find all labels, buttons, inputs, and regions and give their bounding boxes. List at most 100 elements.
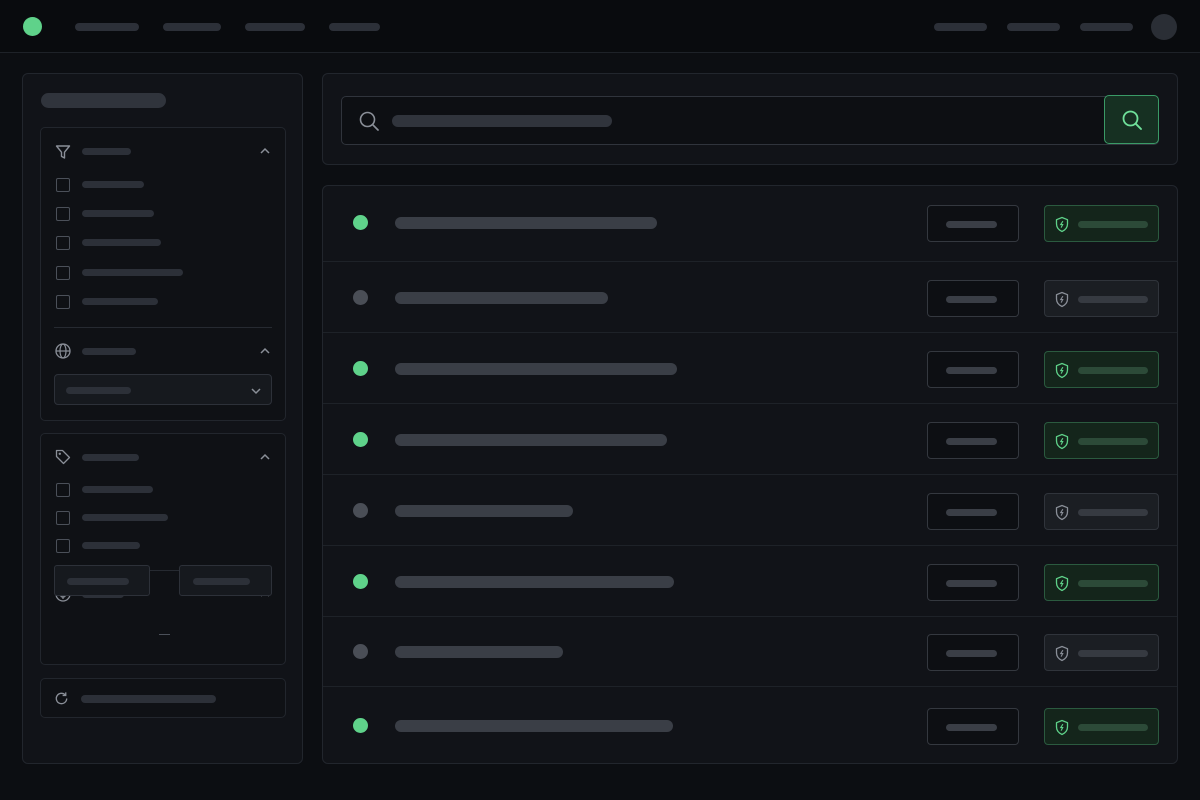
- filter-option-checkbox[interactable]: [56, 295, 70, 309]
- filter-option-checkbox[interactable]: [56, 178, 70, 192]
- nav-item-3[interactable]: [245, 23, 305, 31]
- header-action-2[interactable]: [1007, 23, 1060, 31]
- filter-option-checkbox[interactable]: [56, 207, 70, 221]
- row-action-button[interactable]: [927, 205, 1019, 242]
- status-dot-icon: [353, 361, 368, 376]
- shield-status-badge[interactable]: [1044, 634, 1159, 671]
- tag-option-checkbox[interactable]: [56, 483, 70, 497]
- region-select[interactable]: [54, 374, 272, 405]
- nav-item-2[interactable]: [163, 23, 221, 31]
- shield-status-badge[interactable]: [1044, 205, 1159, 242]
- filter-icon: [55, 145, 71, 159]
- row-action-button[interactable]: [927, 493, 1019, 530]
- chevron-up-icon[interactable]: [259, 345, 271, 357]
- filter-sidebar: [22, 73, 303, 764]
- refresh-icon: [55, 692, 68, 705]
- row-action-label: [946, 509, 997, 516]
- row-title[interactable]: [395, 434, 667, 446]
- table-row[interactable]: [323, 404, 1177, 475]
- table-row[interactable]: [323, 333, 1177, 404]
- table-row[interactable]: [323, 262, 1177, 333]
- reset-filters-button[interactable]: [40, 678, 286, 718]
- shield-status-badge[interactable]: [1044, 280, 1159, 317]
- tag-option-label: [82, 514, 168, 521]
- badge-label: [1078, 724, 1148, 731]
- shield-icon: [1055, 719, 1069, 736]
- shield-status-badge[interactable]: [1044, 422, 1159, 459]
- shield-icon: [1055, 362, 1069, 379]
- price-min-input[interactable]: [54, 565, 150, 596]
- chevron-down-icon: [251, 388, 261, 395]
- tag-option-checkbox[interactable]: [56, 539, 70, 553]
- row-action-button[interactable]: [927, 564, 1019, 601]
- nav-item-1[interactable]: [75, 23, 139, 31]
- row-action-label: [946, 367, 997, 374]
- badge-label: [1078, 367, 1148, 374]
- status-dot-icon: [353, 432, 368, 447]
- filter-option-label: [82, 210, 154, 217]
- region-group-label: [82, 348, 136, 355]
- search-panel: [322, 73, 1178, 165]
- top-bar: [0, 0, 1200, 53]
- search-button[interactable]: [1104, 95, 1159, 144]
- header-action-1[interactable]: [934, 23, 987, 31]
- chevron-up-icon[interactable]: [259, 451, 271, 463]
- badge-label: [1078, 509, 1148, 516]
- shield-status-badge[interactable]: [1044, 493, 1159, 530]
- header-action-3[interactable]: [1080, 23, 1133, 31]
- shield-icon: [1055, 504, 1069, 521]
- row-title[interactable]: [395, 646, 563, 658]
- row-action-button[interactable]: [927, 351, 1019, 388]
- avatar[interactable]: [1151, 14, 1177, 40]
- status-dot-icon: [353, 503, 368, 518]
- sidebar-title: [41, 93, 166, 108]
- tag-option-label: [82, 542, 140, 549]
- table-row[interactable]: [323, 687, 1177, 763]
- filter-option-checkbox[interactable]: [56, 236, 70, 250]
- range-separator: [159, 634, 170, 635]
- tag-icon: [55, 449, 71, 465]
- table-row[interactable]: [323, 617, 1177, 687]
- filter-option-checkbox[interactable]: [56, 266, 70, 280]
- price-max-input[interactable]: [179, 565, 272, 596]
- row-title[interactable]: [395, 576, 674, 588]
- chevron-up-icon[interactable]: [259, 145, 271, 157]
- row-action-button[interactable]: [927, 280, 1019, 317]
- status-dot-icon: [353, 574, 368, 589]
- filter-option-label: [82, 239, 161, 246]
- filter-option-label: [82, 269, 183, 276]
- table-row[interactable]: [323, 546, 1177, 617]
- row-title[interactable]: [395, 217, 657, 229]
- tag-option-checkbox[interactable]: [56, 511, 70, 525]
- badge-label: [1078, 438, 1148, 445]
- search-input[interactable]: [341, 96, 1159, 145]
- table-row[interactable]: [323, 475, 1177, 546]
- filter-group-label: [82, 148, 131, 155]
- row-title[interactable]: [395, 292, 608, 304]
- tag-group: [40, 433, 286, 665]
- globe-icon: [55, 343, 71, 359]
- row-action-button[interactable]: [927, 708, 1019, 745]
- filter-option-label: [82, 298, 158, 305]
- badge-label: [1078, 221, 1148, 228]
- row-title[interactable]: [395, 720, 673, 732]
- nav-item-4[interactable]: [329, 23, 380, 31]
- logo-dot-icon[interactable]: [23, 17, 42, 36]
- row-title[interactable]: [395, 505, 573, 517]
- status-dot-icon: [353, 644, 368, 659]
- search-icon: [1122, 110, 1142, 130]
- shield-status-badge[interactable]: [1044, 564, 1159, 601]
- badge-label: [1078, 650, 1148, 657]
- status-dot-icon: [353, 290, 368, 305]
- search-placeholder: [392, 115, 612, 127]
- divider: [54, 327, 272, 328]
- row-title[interactable]: [395, 363, 677, 375]
- row-action-button[interactable]: [927, 422, 1019, 459]
- row-action-button[interactable]: [927, 634, 1019, 671]
- shield-status-badge[interactable]: [1044, 351, 1159, 388]
- shield-status-badge[interactable]: [1044, 708, 1159, 745]
- tag-option-label: [82, 486, 153, 493]
- table-row[interactable]: [323, 186, 1177, 262]
- price-max-value: [193, 578, 250, 585]
- status-dot-icon: [353, 718, 368, 733]
